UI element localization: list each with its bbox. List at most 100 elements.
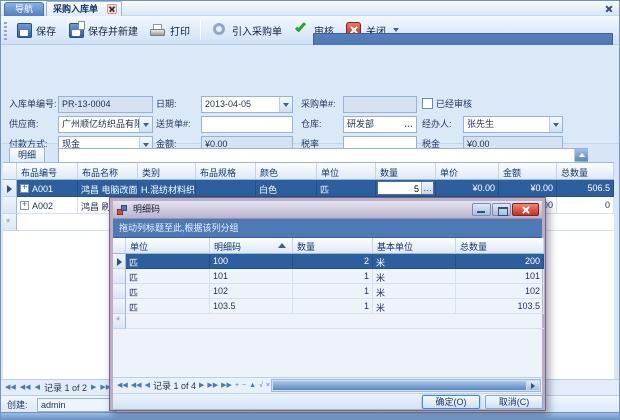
tab-navigation[interactable]: 导航 (4, 2, 44, 16)
dialog-horizontal-scrollbar[interactable] (271, 379, 541, 392)
cell-code[interactable]: A001 (17, 180, 78, 197)
warehouse-ellipsis-icon[interactable]: … (402, 117, 416, 132)
cell-price[interactable]: ¥0.00 (436, 180, 499, 197)
cell-code[interactable]: A002 (17, 197, 78, 214)
cell-detail-code[interactable]: 103.5 (210, 299, 293, 314)
tabstrip-close-icon[interactable] (603, 3, 614, 14)
nav-cancel-icon[interactable]: × (266, 379, 270, 393)
new-row[interactable]: * (113, 314, 544, 329)
cell-detail-code[interactable]: 101 (210, 269, 293, 284)
cell-detail-code[interactable]: 102 (210, 284, 293, 299)
cell-unit[interactable]: 匹 (126, 299, 210, 314)
warehouse-field[interactable]: 研发部 … (343, 116, 417, 133)
col-header-qty[interactable]: 数量 (293, 238, 373, 254)
col-header-unit[interactable]: 单位 (126, 238, 210, 254)
nav-first-icon[interactable]: ◀◀ (117, 379, 128, 393)
col-header-amount[interactable]: 金额 (499, 163, 557, 180)
supplier-dropdown-icon[interactable] (139, 117, 152, 132)
cell-qty[interactable]: 1 (293, 284, 373, 299)
group-by-panel[interactable]: 拖动列标题至此,根据该列分组 (113, 219, 542, 238)
supplier-field[interactable]: 广州顺亿纺织品有限公司 (58, 116, 153, 133)
cell-unit[interactable]: 匹 (126, 284, 210, 299)
nav-delete-icon[interactable]: − (242, 379, 246, 393)
col-header-total-qty[interactable]: 总数量 (557, 163, 614, 180)
cell-category[interactable]: H.混纺材料织物 (138, 180, 196, 197)
tab-detail[interactable]: 明细 (9, 147, 45, 163)
toolbar-drag-handle[interactable] (4, 22, 7, 40)
order-no-field[interactable]: PR-13-0004 (58, 96, 153, 113)
col-header-total-qty[interactable]: 总数量 (456, 238, 544, 254)
cell-base-unit[interactable]: 米 (373, 254, 456, 269)
table-row[interactable]: A001 鸿昌 电脑改面... H.混纺材料织物 白色 匹 5 … ¥0.00 … (3, 180, 614, 197)
cell-total-qty[interactable]: 101 (456, 269, 544, 284)
cell-base-unit[interactable]: 米 (373, 299, 456, 314)
nav-post-icon[interactable]: √ (259, 379, 263, 393)
nav-next-page-icon[interactable]: ▶▶ (207, 379, 218, 393)
col-header-name[interactable]: 布品名称 (78, 163, 138, 180)
cell-total-qty[interactable]: 200 (456, 254, 544, 269)
col-header-detail-code[interactable]: 明细码 (210, 238, 293, 254)
cancel-button[interactable]: 取消(C) (485, 395, 543, 409)
nav-prev-icon[interactable]: ◀ (145, 379, 150, 393)
cell-amount[interactable]: ¥0.00 (499, 180, 557, 197)
scroll-up-icon[interactable] (575, 149, 588, 161)
expand-icon[interactable] (20, 184, 29, 193)
col-header-base-unit[interactable]: 基本单位 (373, 238, 456, 254)
nav-last-icon[interactable]: ▶▶ (221, 379, 232, 393)
save-and-new-button[interactable]: 保存并新建 (63, 19, 142, 41)
cell-base-unit[interactable]: 米 (373, 284, 456, 299)
cell-base-unit[interactable]: 米 (373, 269, 456, 284)
audited-checkbox[interactable] (422, 98, 433, 109)
cell-qty[interactable]: 1 (293, 299, 373, 314)
tab-close-icon[interactable] (107, 4, 117, 14)
cell-unit[interactable]: 匹 (126, 269, 210, 284)
created-by-field[interactable]: admin (37, 398, 117, 412)
nav-prev-page-icon[interactable]: ◀◀ (20, 381, 31, 395)
toolbar-overflow-icon[interactable] (393, 28, 399, 32)
col-header-category[interactable]: 类别 (138, 163, 196, 180)
dialog-maximize-icon[interactable] (492, 203, 511, 216)
cell-qty[interactable]: 2 (293, 254, 373, 269)
col-header-unit[interactable]: 单位 (317, 163, 376, 180)
cell-unit[interactable]: 匹 (126, 254, 210, 269)
ok-button[interactable]: 确定(O) (422, 395, 480, 409)
nav-prev-page-icon[interactable]: ◀◀ (131, 379, 142, 393)
cell-unit[interactable]: 匹 (317, 180, 376, 197)
nav-next-icon[interactable]: ▶ (91, 381, 96, 395)
qty-editor[interactable]: 5 … (377, 181, 434, 195)
col-header-spec[interactable]: 布品规格 (196, 163, 256, 180)
cell-spec[interactable] (196, 180, 256, 197)
nav-edit-icon[interactable]: ▲ (249, 379, 256, 393)
cell-total-qty[interactable]: 506.5 (557, 180, 614, 197)
nav-next-icon[interactable]: ▶ (199, 379, 204, 393)
table-row[interactable]: 匹 103.5 1 米 103.5 (113, 299, 544, 314)
cell-detail-code[interactable]: 100 (210, 254, 293, 269)
delivery-no-field[interactable] (201, 116, 293, 133)
cell-color[interactable]: 白色 (256, 180, 317, 197)
new-row-cell[interactable] (126, 314, 544, 329)
handler-field[interactable]: 张先生 (463, 116, 563, 133)
nav-prev-icon[interactable]: ◀ (35, 381, 40, 395)
nav-first-icon[interactable]: ◀◀ (5, 381, 16, 395)
save-button[interactable]: 保存 (11, 19, 60, 41)
table-row[interactable]: 匹 102 1 米 102 (113, 284, 544, 299)
dialog-titlebar[interactable]: 明细码 (113, 201, 542, 219)
scroll-right-icon[interactable] (527, 381, 539, 390)
tab-purchase-inbound[interactable]: 采购入库单 (46, 1, 122, 16)
cell-qty[interactable]: 5 … (376, 180, 436, 197)
cell-total-qty[interactable]: 103.5 (456, 299, 544, 314)
dialog-close-icon[interactable] (512, 203, 539, 216)
import-purchase-order-button[interactable]: 引入采购单 (207, 19, 286, 41)
cell-name[interactable]: 鸿昌 电脑改面... (78, 180, 138, 197)
dialog-minimize-icon[interactable] (472, 203, 491, 216)
date-dropdown-icon[interactable] (279, 97, 292, 112)
date-field[interactable]: 2013-04-05 (201, 96, 293, 113)
cell-total-qty[interactable]: 0 (557, 197, 614, 214)
expand-icon[interactable] (20, 201, 29, 210)
col-header-color[interactable]: 颜色 (256, 163, 317, 180)
handler-dropdown-icon[interactable] (549, 117, 562, 132)
col-header-code[interactable]: 布品编号 (17, 163, 78, 180)
table-row[interactable]: 匹 101 1 米 101 (113, 269, 544, 284)
col-header-qty[interactable]: 数量 (376, 163, 436, 180)
cell-total-qty[interactable]: 102 (456, 284, 544, 299)
